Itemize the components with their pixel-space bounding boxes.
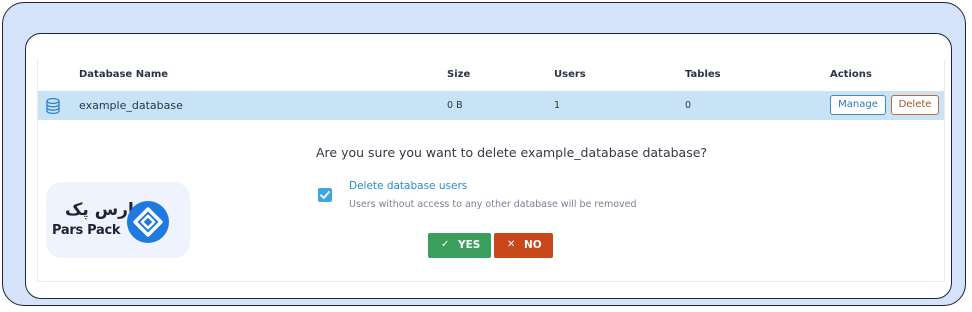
panel-divider <box>37 281 943 290</box>
screenshot-window: Database Name Size Users Tables Actions … <box>25 33 952 299</box>
column-header-actions: Actions <box>830 69 872 80</box>
table-header: Database Name Size Users Tables Actions <box>38 66 944 86</box>
delete-users-checkbox[interactable] <box>318 188 332 202</box>
yes-button-label: YES <box>458 239 481 251</box>
table-row[interactable]: example_database 0 B 1 0 Manage Delete <box>38 91 944 120</box>
delete-button[interactable]: Delete <box>891 95 939 115</box>
database-tables: 0 <box>685 100 692 111</box>
close-icon: ✕ <box>507 239 516 250</box>
database-name: example_database <box>79 99 183 112</box>
yes-button[interactable]: ✓ YES <box>428 233 491 258</box>
delete-users-help-text: Users without access to any other databa… <box>349 199 637 210</box>
manage-button[interactable]: Manage <box>830 95 886 115</box>
database-icon <box>46 97 60 115</box>
check-icon: ✓ <box>441 239 450 250</box>
database-users: 1 <box>554 100 561 111</box>
outer-frame: Database Name Size Users Tables Actions … <box>2 2 966 306</box>
logo-text-latin: Pars Pack <box>52 223 121 238</box>
database-size: 0 B <box>447 100 463 111</box>
column-header-users: Users <box>554 69 586 80</box>
column-header-size: Size <box>447 69 471 80</box>
checkmark-icon <box>320 191 330 199</box>
no-button[interactable]: ✕ NO <box>494 233 553 258</box>
column-header-name: Database Name <box>79 69 169 80</box>
parspack-logo-icon <box>127 201 169 243</box>
no-button-label: NO <box>524 239 542 251</box>
delete-users-label[interactable]: Delete database users <box>349 180 467 192</box>
delete-confirmation-question: Are you sure you want to delete example_… <box>316 145 708 160</box>
parspack-logo-card: پارس پک Pars Pack <box>46 182 190 258</box>
column-header-tables: Tables <box>685 69 721 80</box>
